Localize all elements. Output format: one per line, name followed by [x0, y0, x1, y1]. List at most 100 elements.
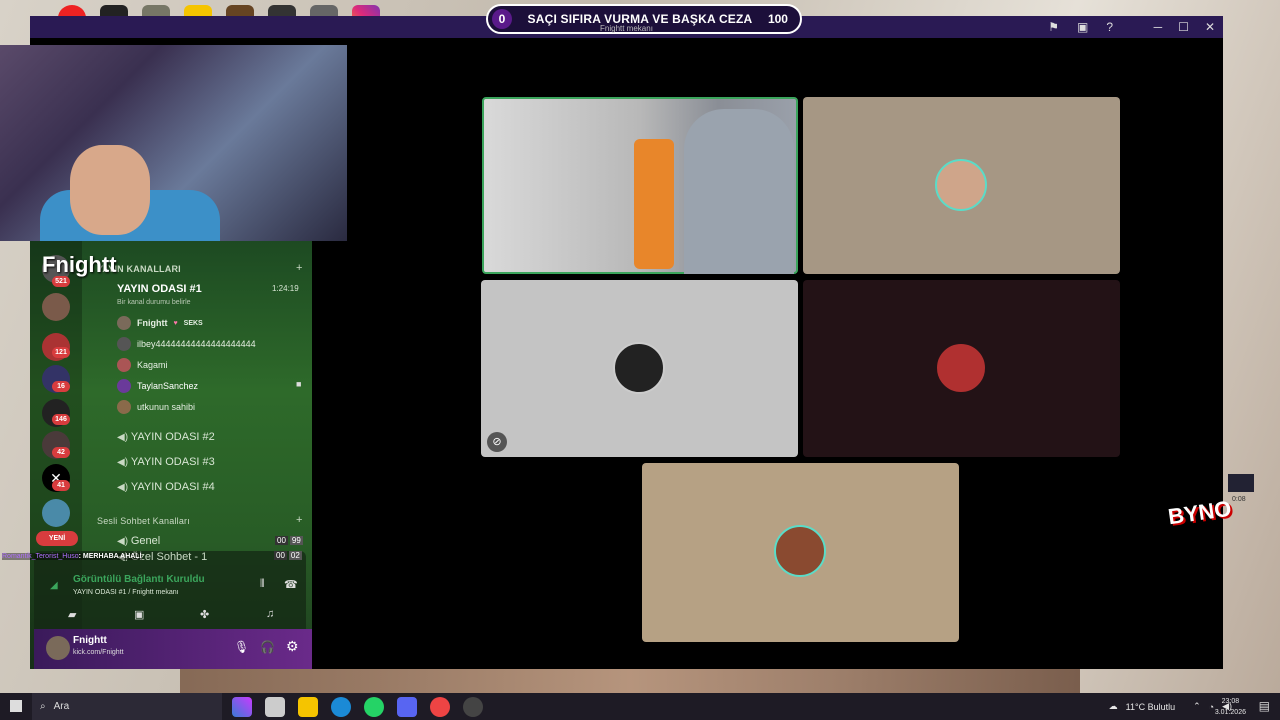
add-channel-icon[interactable]: +	[296, 262, 302, 274]
activities-icon[interactable]: ✤	[200, 608, 209, 621]
desktop-thumb-label: 0:08	[1232, 496, 1246, 503]
user-max: 02	[288, 551, 302, 560]
window-controls: ─ ☐ ✕	[1154, 18, 1215, 36]
gear-icon[interactable]: ⚙	[286, 638, 299, 655]
soundboard-icon[interactable]: ♫	[266, 608, 274, 620]
channel-label: Özel Sohbet - 1	[130, 551, 208, 561]
user-name: TaylanSanchez	[137, 381, 199, 391]
channel-label: YAYIN ODASI #2	[130, 431, 215, 443]
connection-location: YAYIN ODASI #1 / Fnightt mekanı	[73, 589, 179, 596]
speaker-icon: ◀)	[117, 482, 131, 493]
add-voice-channel-icon[interactable]: +	[296, 514, 302, 526]
avatar	[117, 400, 131, 414]
chrome-icon[interactable]	[430, 697, 450, 717]
voice-connection-panel: ◀) Özel Sohbet - 1 00 02 ◢ Görüntülü Bağ…	[34, 551, 306, 629]
user-avatar	[935, 342, 987, 394]
category-voice-channels[interactable]: Sesli Sohbet Kanalları	[97, 516, 190, 526]
edge-icon[interactable]	[331, 697, 351, 717]
video-tile-avatar-4[interactable]	[803, 280, 1120, 457]
streamer-name-overlay: Fnightt	[42, 252, 117, 277]
new-badge: YENİ	[36, 531, 78, 546]
maximize-icon[interactable]: ☐	[1178, 20, 1189, 34]
avatar	[117, 316, 131, 330]
close-icon[interactable]: ✕	[1205, 20, 1215, 34]
clock-date: 3.01.2026	[1214, 709, 1246, 716]
headphones-icon[interactable]: 🎧	[260, 640, 275, 654]
channel-yayin-4[interactable]: ◀) YAYIN ODASI #4	[117, 481, 215, 493]
voice-user[interactable]: Fnightt ♥ SEKS	[117, 316, 203, 330]
video-tile-camera[interactable]	[482, 97, 798, 274]
user-avatar	[774, 525, 826, 577]
avatar[interactable]	[46, 636, 70, 660]
whatsapp-icon[interactable]	[364, 697, 384, 717]
avatar	[117, 358, 131, 372]
user-name: Fnightt	[137, 318, 168, 328]
voice-channel-genel[interactable]: ◀) Genel	[117, 535, 160, 547]
desktop-thumb-icon[interactable]	[1228, 474, 1254, 492]
camera-off-icon[interactable]: ⊘	[487, 432, 507, 452]
windows-start-icon[interactable]	[10, 700, 22, 712]
video-tile-avatar-3[interactable]: ⊘	[481, 280, 798, 457]
speaker-icon: ◀)	[117, 432, 131, 443]
notification-icon[interactable]: ▤	[1259, 699, 1270, 713]
avatar	[117, 337, 131, 351]
user-avatar	[935, 159, 987, 211]
user-limit: 00 99	[275, 536, 303, 545]
user-count: 00	[275, 536, 288, 545]
clock[interactable]: 23:08 3.01.2026	[1215, 696, 1246, 718]
channel-sidebar: 521 121 16 146 42 ✕ 41 YENİ YAYIN KANALL…	[30, 241, 312, 669]
obs-icon[interactable]	[463, 697, 483, 717]
channel-status[interactable]: Bir kanal durumu belirle	[117, 299, 191, 306]
channel-label: Genel	[130, 535, 161, 547]
avatar	[117, 379, 131, 393]
voice-user[interactable]: utkunun sahibi	[117, 400, 195, 414]
discord-icon[interactable]	[397, 697, 417, 717]
voice-user[interactable]: ilbey44444444444444444444	[117, 337, 256, 351]
minimize-icon[interactable]: ─	[1154, 20, 1163, 34]
flag-icon[interactable]: ⚑	[1048, 20, 1059, 34]
speaker-icon: ◀)	[117, 536, 131, 547]
video-tile-avatar-5[interactable]	[642, 463, 959, 642]
taskbar: ⌕ Ara ☁ 11°C Bulutlu ⌃ ◔ ◀) 23:08 3.01.2…	[0, 693, 1280, 720]
server-icon[interactable]	[42, 499, 70, 527]
wifi-icon[interactable]: ◔	[1209, 702, 1214, 712]
bottle-shape	[634, 139, 674, 269]
channel-timer: 1:24:19	[272, 284, 299, 293]
banner-right-value: 100	[767, 12, 788, 26]
channel-label: YAYIN ODASI #3	[130, 456, 215, 468]
banner-left-value: 0	[492, 9, 512, 29]
clock-time: 23:08	[1221, 698, 1240, 705]
user-status: kick.com/Fnightt	[73, 649, 124, 656]
taskbar-search[interactable]: ⌕ Ara	[32, 693, 222, 720]
inbox-icon[interactable]: ▣	[1077, 20, 1088, 34]
unread-badge: 16	[52, 381, 70, 392]
user-name: utkunun sahibi	[137, 402, 196, 412]
help-icon[interactable]: ?	[1106, 20, 1113, 34]
weather-text[interactable]: 11°C Bulutlu	[1126, 702, 1175, 712]
microphone-icon[interactable]: 🎙	[234, 640, 249, 654]
copilot-icon[interactable]	[232, 697, 252, 717]
connection-status[interactable]: Görüntülü Bağlantı Kuruldu	[73, 574, 205, 585]
webcam-person-face	[70, 145, 150, 235]
user-name: ilbey44444444444444444444	[137, 339, 256, 349]
active-channel-name[interactable]: YAYIN ODASI #1	[117, 283, 202, 295]
screen-share-icon[interactable]: ▣	[134, 608, 144, 621]
unread-badge: 42	[52, 447, 70, 458]
noise-suppression-icon[interactable]: ⫴	[260, 578, 265, 591]
voice-user[interactable]: Kagami	[117, 358, 168, 372]
chevron-up-icon[interactable]: ⌃	[1193, 701, 1201, 712]
user-max: 99	[289, 536, 303, 545]
video-tile-avatar-2[interactable]	[803, 97, 1120, 274]
voice-user[interactable]: TaylanSanchez	[117, 379, 198, 393]
camera-toggle-icon[interactable]: ▰	[68, 608, 76, 621]
server-icon[interactable]	[42, 293, 70, 321]
search-icon: ⌕	[40, 701, 46, 712]
disconnect-icon[interactable]: ☎	[284, 578, 298, 591]
chat-text: : MERHABA AHALİ	[78, 553, 142, 560]
folder-icon[interactable]	[298, 697, 318, 717]
store-icon[interactable]	[265, 697, 285, 717]
user-name[interactable]: Fnightt	[73, 635, 107, 646]
channel-yayin-3[interactable]: ◀) YAYIN ODASI #3	[117, 456, 215, 468]
channel-yayin-2[interactable]: ◀) YAYIN ODASI #2	[117, 431, 215, 443]
chat-message: Romantik_Terorist_Huso: MERHABA AHALİ	[2, 553, 142, 560]
